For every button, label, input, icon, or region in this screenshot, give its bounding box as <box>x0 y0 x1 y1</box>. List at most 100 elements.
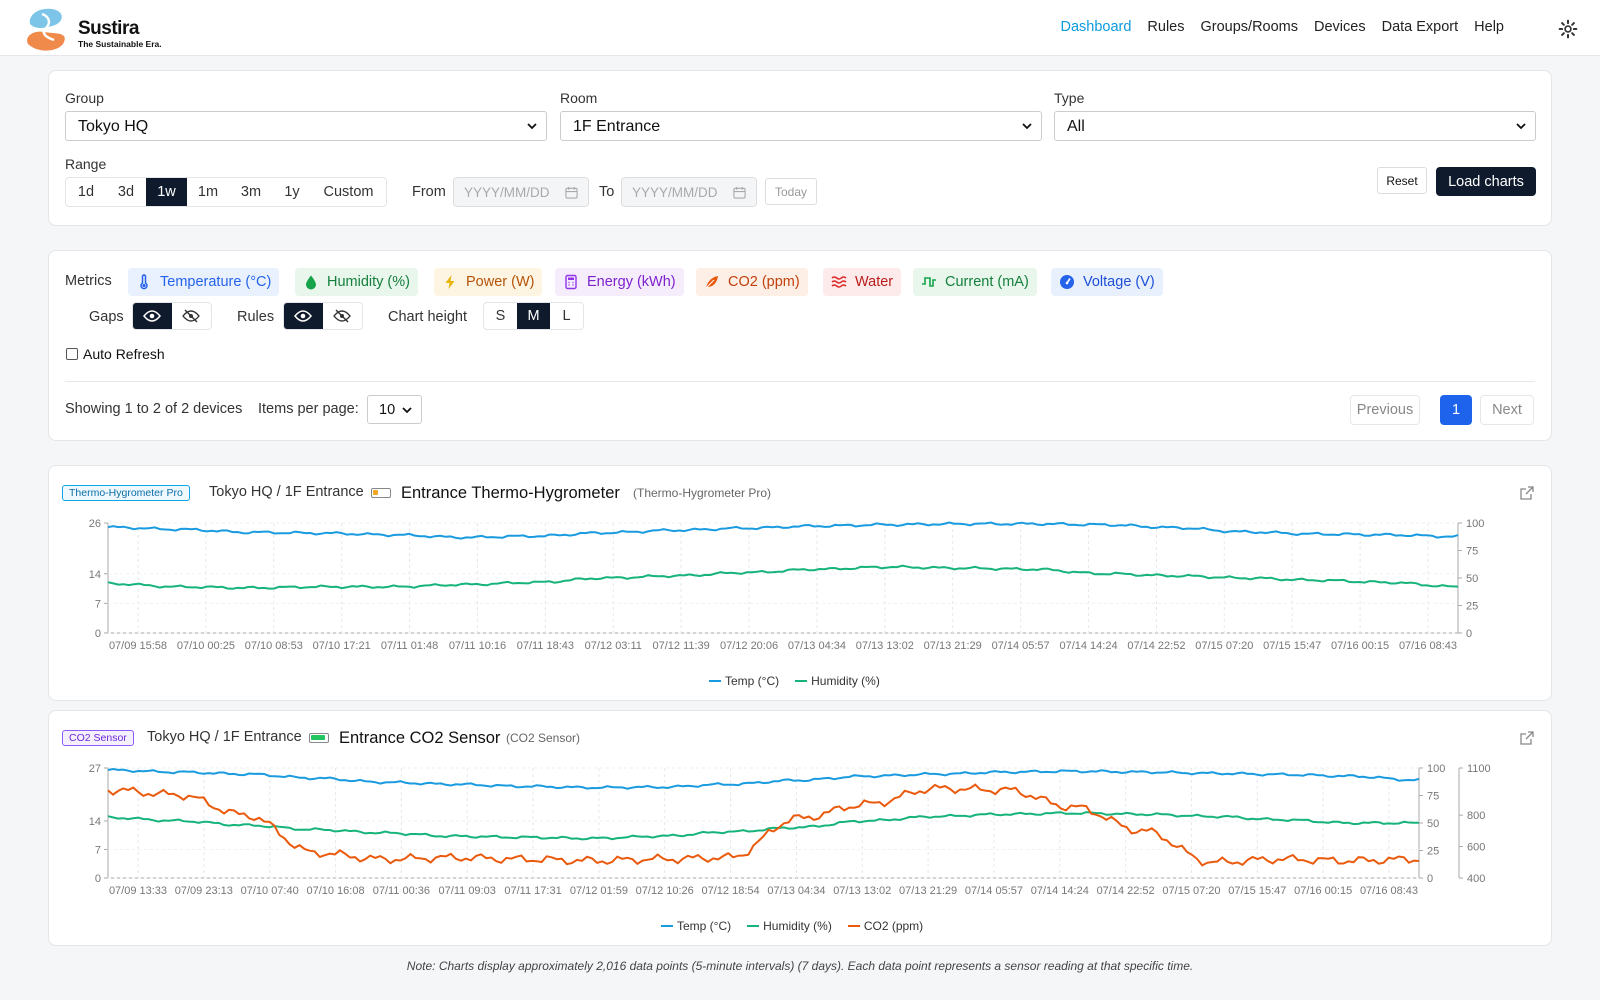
x-tick-label: 07/15 07:20 <box>1162 885 1220 897</box>
legend-temp-label: Temp (°C) <box>725 674 780 688</box>
bolt-icon <box>445 275 455 289</box>
to-date-input[interactable]: YYYY/MM/DD <box>621 177 757 207</box>
x-tick-label: 07/14 05:57 <box>965 885 1023 897</box>
x-tick-label: 07/16 08:43 <box>1399 640 1457 652</box>
nav-groups-rooms[interactable]: Groups/Rooms <box>1201 19 1299 35</box>
gauge-icon <box>1060 275 1074 289</box>
x-tick-label: 07/13 04:34 <box>788 640 846 652</box>
page-1-button[interactable]: 1 <box>1440 395 1472 425</box>
range-1m[interactable]: 1m <box>187 178 229 206</box>
range-1d[interactable]: 1d <box>66 178 106 206</box>
metric-temperature[interactable]: Temperature (°C) <box>128 268 280 296</box>
type-select[interactable]: All <box>1054 111 1536 141</box>
range-custom[interactable]: Custom <box>311 178 386 206</box>
top-bar: Sustira The Sustainable Era. Dashboard R… <box>0 0 1600 56</box>
x-tick-label: 07/11 09:03 <box>439 885 496 897</box>
legend-temp[interactable]: Temp (°C) <box>661 919 731 933</box>
x-tick-label: 07/10 16:08 <box>306 885 364 897</box>
nav-dashboard[interactable]: Dashboard <box>1060 19 1131 35</box>
legend-humidity[interactable]: Humidity (%) <box>747 919 832 933</box>
to-label: To <box>599 184 615 200</box>
device-location: Tokyo HQ / 1F Entrance <box>209 484 364 500</box>
legend-temp[interactable]: Temp (°C) <box>709 674 779 688</box>
gear-icon[interactable] <box>1558 19 1578 39</box>
x-tick-label: 07/14 22:52 <box>1097 885 1155 897</box>
filter-card: Group Tokyo HQ Room 1F Entrance Type All… <box>48 70 1552 226</box>
series-line <box>107 521 1459 540</box>
y-right-tick-label: 50 <box>1427 818 1439 830</box>
y-left-tick-label: 0 <box>95 628 101 640</box>
x-tick-label: 07/14 14:24 <box>1031 885 1089 897</box>
range-1y[interactable]: 1y <box>273 178 311 206</box>
height-s[interactable]: S <box>484 303 517 329</box>
legend-co2-label: CO2 (ppm) <box>863 919 924 933</box>
range-3d[interactable]: 3d <box>106 178 146 206</box>
brand-name: Sustira <box>78 18 139 39</box>
x-tick-label: 07/16 00:15 <box>1331 640 1389 652</box>
y-left-tick-label: 7 <box>95 598 101 610</box>
metric-power-label: Power (W) <box>466 274 535 290</box>
metric-energy[interactable]: Energy (kWh) <box>555 268 684 296</box>
room-select[interactable]: 1F Entrance <box>560 111 1042 141</box>
device-name: Entrance CO2 Sensor <box>339 729 501 747</box>
auto-refresh-checkbox[interactable] <box>66 348 78 360</box>
metric-co2[interactable]: CO2 (ppm) <box>696 268 808 296</box>
legend-humidity[interactable]: Humidity (%) <box>795 674 880 688</box>
external-link-icon[interactable] <box>1520 731 1534 745</box>
x-tick-label: 07/11 00:36 <box>373 885 430 897</box>
metric-current-label: Current (mA) <box>945 274 1029 290</box>
gaps-show-button[interactable] <box>133 303 172 329</box>
x-tick-label: 07/13 04:34 <box>767 885 825 897</box>
group-select[interactable]: Tokyo HQ <box>65 111 547 141</box>
nav-data-export[interactable]: Data Export <box>1382 19 1459 35</box>
eye-icon <box>294 310 313 322</box>
pulse-icon <box>922 277 936 287</box>
range-1w[interactable]: 1w <box>146 178 187 206</box>
gaps-hide-button[interactable] <box>172 303 212 329</box>
metric-power[interactable]: Power (W) <box>434 268 543 296</box>
nav-devices[interactable]: Devices <box>1314 19 1366 35</box>
x-tick-label: 07/14 14:24 <box>1059 640 1117 652</box>
nav-help[interactable]: Help <box>1474 19 1504 35</box>
x-tick-label: 07/11 17:31 <box>504 885 561 897</box>
today-button[interactable]: Today <box>765 178 817 205</box>
battery-icon <box>309 733 329 743</box>
x-tick-label: 07/13 21:29 <box>899 885 957 897</box>
type-select-value: All <box>1067 118 1085 135</box>
previous-page-button[interactable]: Previous <box>1350 395 1420 425</box>
nav-rules[interactable]: Rules <box>1147 19 1184 35</box>
rules-show-button[interactable] <box>284 303 323 329</box>
device-name: Entrance Thermo-Hygrometer <box>401 484 620 502</box>
height-l[interactable]: L <box>550 303 583 329</box>
metric-voltage[interactable]: Voltage (V) <box>1051 268 1163 296</box>
rules-toggle <box>283 302 363 330</box>
series-line <box>107 767 1420 790</box>
load-charts-button[interactable]: Load charts <box>1436 167 1536 196</box>
sustira-logo[interactable] <box>22 4 70 52</box>
battery-icon <box>371 488 391 498</box>
x-tick-label: 07/13 21:29 <box>924 640 982 652</box>
x-tick-label: 07/09 23:13 <box>175 885 233 897</box>
rules-hide-button[interactable] <box>323 303 363 329</box>
divider <box>65 381 1535 382</box>
legend-co2[interactable]: CO2 (ppm) <box>847 919 924 933</box>
droplet-icon <box>306 275 316 290</box>
y-right-tick-label: 100 <box>1466 518 1484 530</box>
device-type-badge: CO2 Sensor <box>62 730 134 746</box>
y-right-tick-label: 75 <box>1427 791 1439 803</box>
metric-water-label: Water <box>855 274 894 290</box>
reset-button[interactable]: Reset <box>1377 167 1427 194</box>
metric-current[interactable]: Current (mA) <box>913 268 1037 296</box>
group-label: Group <box>65 90 104 106</box>
calendar-icon <box>565 186 578 199</box>
next-page-button[interactable]: Next <box>1480 395 1534 425</box>
device-type-badge: Thermo-Hygrometer Pro <box>62 485 190 501</box>
external-link-icon[interactable] <box>1520 486 1534 500</box>
per-page-select[interactable]: 10 <box>367 395 422 424</box>
from-date-input[interactable]: YYYY/MM/DD <box>453 177 589 207</box>
range-3m[interactable]: 3m <box>229 178 273 206</box>
metric-humidity[interactable]: Humidity (%) <box>295 268 418 296</box>
metric-water[interactable]: Water <box>823 268 902 296</box>
height-m[interactable]: M <box>517 303 550 329</box>
range-label: Range <box>65 156 107 172</box>
